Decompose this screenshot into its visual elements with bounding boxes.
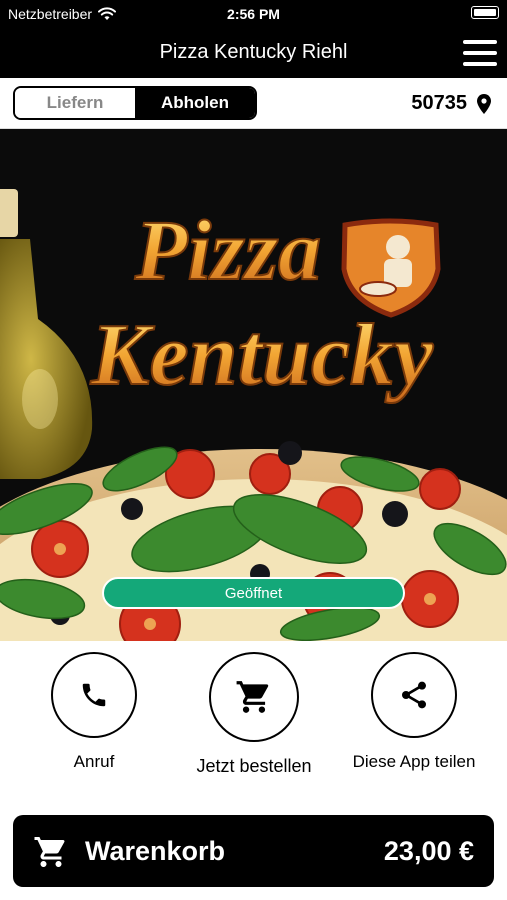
order-action: Jetzt bestellen (196, 652, 312, 777)
open-status-badge[interactable]: Geöffnet (102, 577, 405, 609)
share-action: Diese App teilen (353, 652, 475, 772)
status-bar: Netzbetreiber 2:56 PM (0, 0, 507, 28)
order-now-button[interactable] (209, 652, 299, 742)
zip-code: 50735 (411, 92, 467, 114)
location-pin-icon (477, 93, 491, 114)
call-label: Anruf (73, 752, 115, 771)
hero-illustration: Pizza Kentucky (0, 129, 507, 641)
share-app-label: Diese App teilen (352, 752, 476, 771)
order-mode-toolbar: Liefern Abholen 50735 (0, 78, 507, 129)
navigation-bar: Pizza Kentucky Riehl (0, 28, 507, 78)
cart-total: 23,00 € (383, 836, 474, 866)
mode-option-liefern[interactable]: Liefern (15, 88, 135, 118)
share-app-button[interactable] (371, 652, 457, 738)
call-button[interactable] (51, 652, 137, 738)
cart-bar[interactable]: Warenkorb 23,00 € (13, 815, 494, 887)
cart-label: Warenkorb (85, 836, 226, 866)
status-time: 2:56 PM (227, 6, 280, 22)
cart-icon (236, 681, 269, 713)
share-icon (402, 681, 426, 709)
bottle-cork (0, 189, 18, 237)
battery-icon (471, 6, 499, 19)
delivery-mode-toggle: Liefern Abholen (13, 86, 257, 120)
call-action: Anruf (51, 652, 137, 772)
page-title: Pizza Kentucky Riehl (159, 41, 348, 63)
phone-icon (82, 683, 106, 707)
cart-icon (34, 837, 65, 867)
mode-option-abholen[interactable]: Abholen (135, 88, 255, 118)
location-selector[interactable]: 50735 (411, 92, 491, 115)
logo-text-kentucky: Kentucky (90, 307, 434, 404)
restaurant-hero-image: Pizza Kentucky (0, 129, 507, 641)
hamburger-menu-icon[interactable] (463, 40, 497, 66)
order-now-label: Jetzt bestellen (196, 756, 312, 776)
logo-text-pizza: Pizza (134, 202, 321, 298)
